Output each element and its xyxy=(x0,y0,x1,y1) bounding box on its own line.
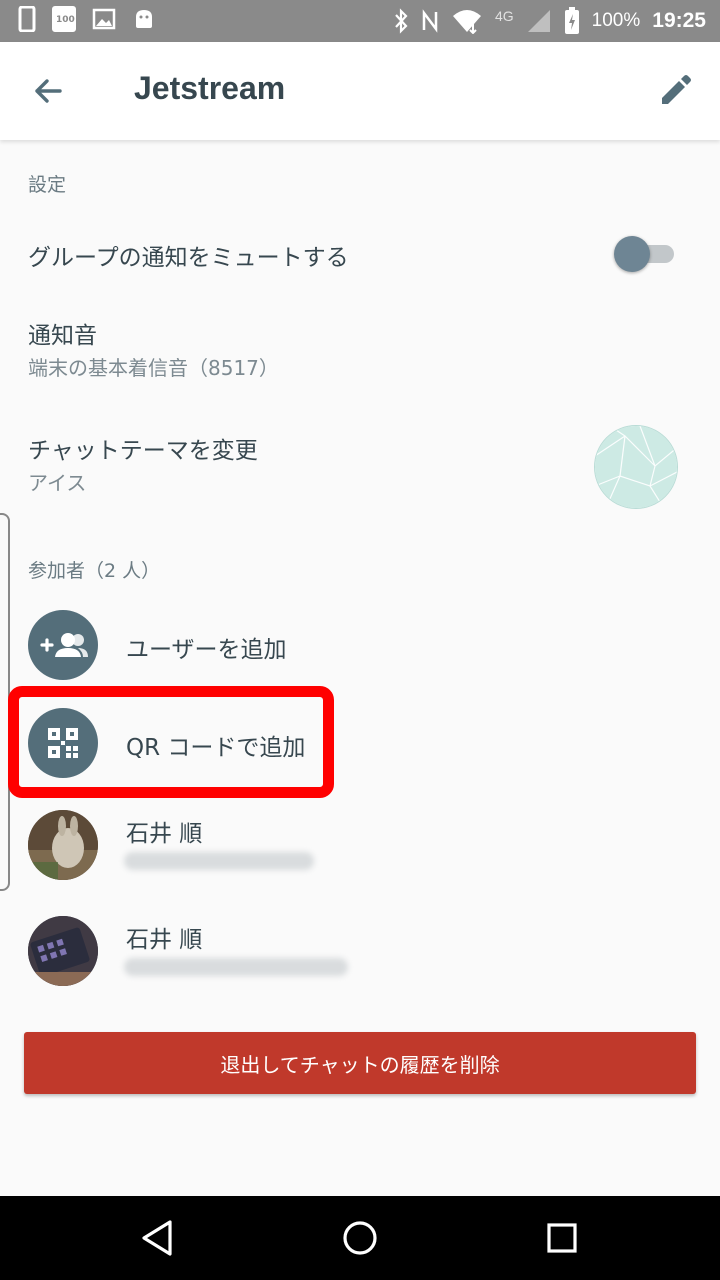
settings-section-header: 設定 xyxy=(28,174,67,196)
calendar-icon: 100 xyxy=(52,6,76,32)
wifi-icon xyxy=(452,10,481,34)
member-id-redacted xyxy=(124,958,348,976)
navigation-bar xyxy=(0,1196,720,1280)
battery-icon xyxy=(564,7,579,34)
phone-icon xyxy=(18,6,36,32)
pencil-icon[interactable] xyxy=(658,72,694,108)
nfc-icon xyxy=(422,9,438,33)
arrow-back-icon[interactable] xyxy=(28,71,68,111)
mute-toggle[interactable] xyxy=(614,236,674,272)
member-row[interactable]: 石井 順 xyxy=(0,800,720,890)
member-name: 石井 順 xyxy=(126,927,203,953)
notification-sound-label[interactable]: 通知音 xyxy=(28,316,97,350)
android-icon xyxy=(136,10,152,28)
member-name: 石井 順 xyxy=(126,821,203,847)
app-bar: Jetstream xyxy=(0,42,720,140)
status-bar: 100 4G 100% 19:25 xyxy=(0,0,720,42)
clock: 19:25 xyxy=(652,9,706,32)
ice-pattern-icon xyxy=(595,426,677,508)
member-avatar xyxy=(28,810,98,880)
tablet-photo-icon xyxy=(28,916,98,986)
member-avatar xyxy=(28,916,98,986)
highlight-annotation xyxy=(8,686,334,798)
leave-and-delete-history-button[interactable]: 退出してチャットの履歴を削除 xyxy=(24,1032,696,1094)
signal-icon xyxy=(527,10,550,32)
theme-preview-circle[interactable] xyxy=(594,425,678,509)
mute-notifications-label[interactable]: グループの通知をミュートする xyxy=(28,238,349,272)
add-user-row[interactable]: ユーザーを追加 xyxy=(0,600,720,690)
member-id-redacted xyxy=(124,852,314,870)
back-triangle-icon[interactable] xyxy=(134,1214,182,1262)
recents-square-icon[interactable] xyxy=(538,1214,586,1262)
add-user-label: ユーザーを追加 xyxy=(126,637,287,663)
rabbit-photo-icon xyxy=(28,810,98,880)
image-icon xyxy=(92,8,116,30)
home-circle-icon[interactable] xyxy=(336,1214,384,1262)
notification-sound-value: 端末の基本着信音（8517） xyxy=(28,356,279,380)
page-title: Jetstream xyxy=(134,70,286,106)
add-user-avatar xyxy=(28,610,98,680)
bluetooth-icon xyxy=(395,8,408,34)
chat-theme-value: アイス xyxy=(28,471,87,495)
participants-section-header: 参加者（2 人） xyxy=(28,560,161,582)
chat-theme-label[interactable]: チャットテーマを変更 xyxy=(28,431,258,465)
network-type: 4G xyxy=(494,8,514,24)
battery-percent: 100% xyxy=(591,10,641,31)
member-row[interactable]: 石井 順 xyxy=(0,906,720,996)
group-add-icon xyxy=(40,633,88,657)
toggle-thumb xyxy=(614,236,650,272)
